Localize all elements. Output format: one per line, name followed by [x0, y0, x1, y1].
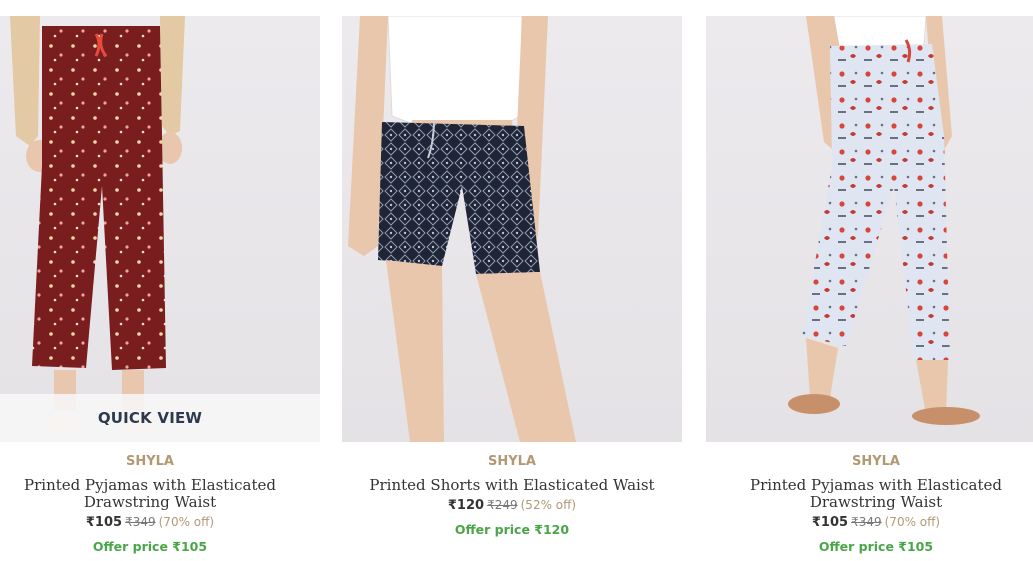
product-name[interactable]: Printed Pyjamas with Elasticated Drawstr…: [0, 477, 320, 511]
quick-view-button[interactable]: QUICK VIEW: [0, 394, 320, 442]
product-image[interactable]: QUICK VIEW: [0, 16, 320, 442]
offer-price: Offer price ₹120: [454, 522, 570, 537]
model-light-blue-pyjamas-image: [788, 16, 980, 425]
product-image[interactable]: [706, 16, 1033, 442]
original-price: ₹349: [851, 515, 882, 529]
price-row: ₹120 ₹249 (52% off): [342, 497, 682, 514]
sale-price: ₹120: [447, 498, 485, 513]
product-card[interactable]: SHYLA Printed Pyjamas with Elasticated D…: [706, 16, 1033, 554]
original-price: ₹349: [125, 515, 156, 529]
brand-name: SHYLA: [851, 454, 900, 469]
discount-label: (70% off): [884, 515, 941, 529]
brand-name: SHYLA: [487, 454, 536, 469]
price-row: ₹105 ₹349 (70% off): [0, 514, 320, 531]
offer-price: Offer price ₹105: [92, 539, 208, 554]
sale-price: ₹105: [85, 515, 123, 530]
offer-price: Offer price ₹105: [818, 539, 934, 554]
product-image[interactable]: [342, 16, 682, 442]
discount-label: (70% off): [158, 515, 215, 529]
product-card[interactable]: QUICK VIEW SHYLA Printed Pyjamas with El…: [0, 16, 320, 554]
original-price: ₹249: [487, 498, 518, 512]
product-card[interactable]: SHYLA Printed Shorts with Elasticated Wa…: [342, 16, 682, 537]
discount-label: (52% off): [520, 498, 577, 512]
sale-price: ₹105: [811, 515, 849, 530]
model-maroon-pyjamas-image: [10, 16, 185, 435]
product-name[interactable]: Printed Pyjamas with Elasticated Drawstr…: [706, 477, 1033, 511]
price-row: ₹105 ₹349 (70% off): [706, 514, 1033, 531]
brand-name: SHYLA: [125, 454, 174, 469]
product-name[interactable]: Printed Shorts with Elasticated Waist: [342, 477, 682, 494]
model-navy-shorts-image: [348, 16, 576, 442]
